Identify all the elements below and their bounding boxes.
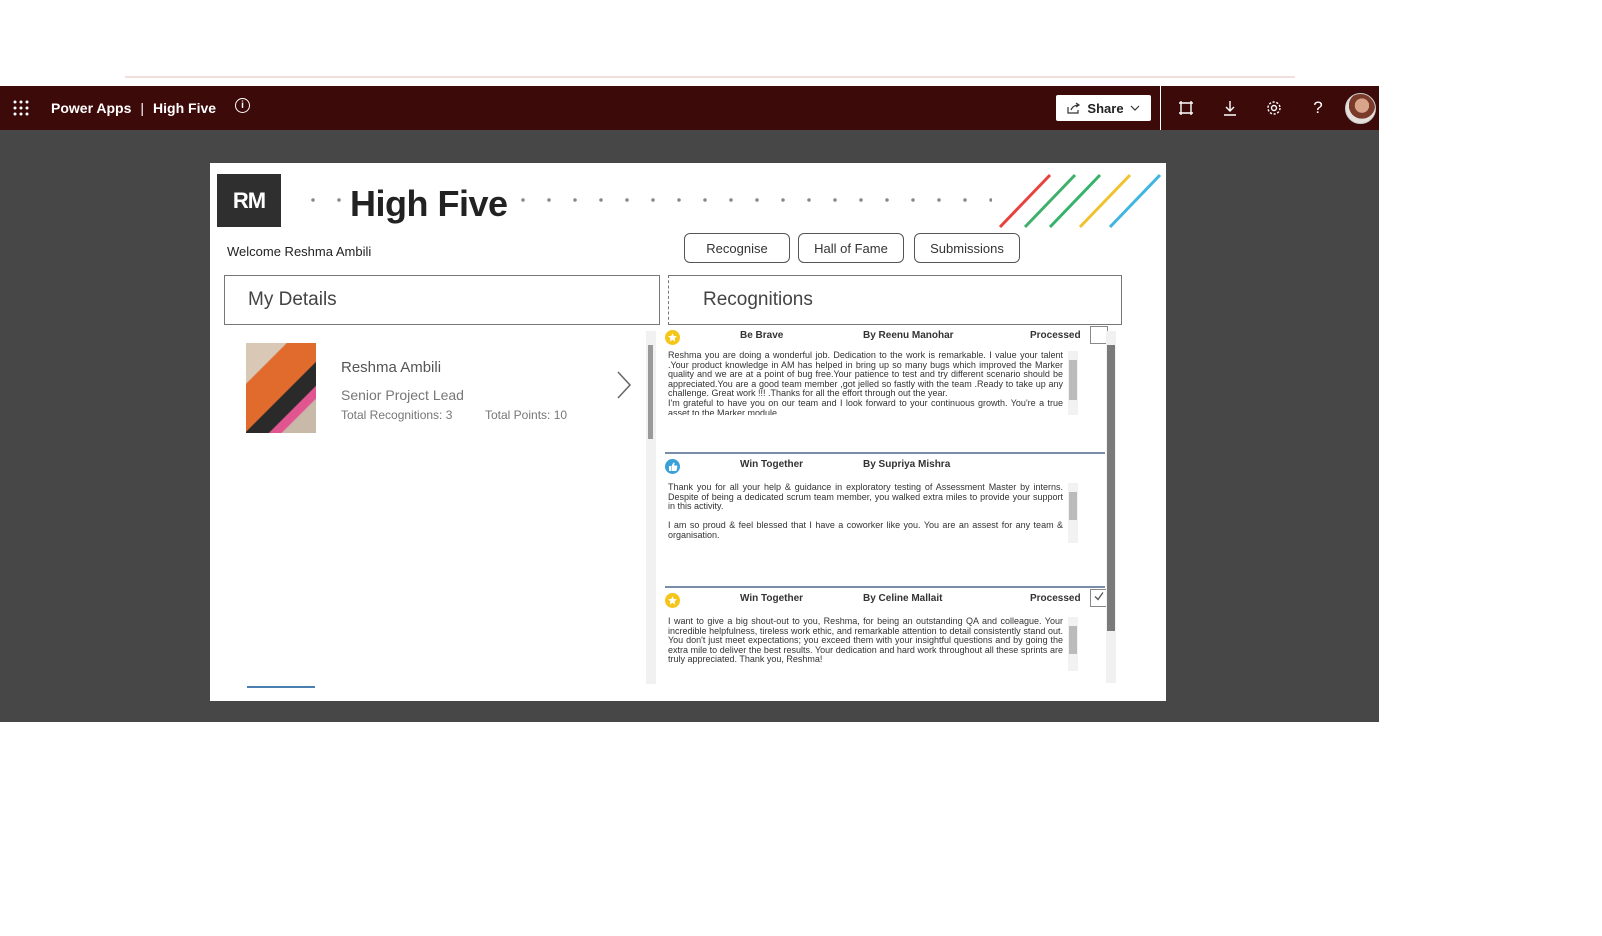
- breadcrumb: Power Apps | High Five: [51, 100, 217, 116]
- profile-role: Senior Project Lead: [341, 387, 464, 403]
- profile-name: Reshma Ambili: [341, 359, 442, 376]
- hall-of-fame-button[interactable]: Hall of Fame: [798, 233, 904, 263]
- recognitions-scrollbar-thumb[interactable]: [1107, 345, 1115, 631]
- app-name: High Five: [153, 100, 217, 116]
- fit-to-window-icon[interactable]: [1174, 96, 1198, 120]
- download-icon[interactable]: [1218, 96, 1242, 120]
- list-indicator: [247, 686, 315, 688]
- user-avatar[interactable]: [1345, 93, 1376, 124]
- rm-logo: RM: [217, 174, 281, 227]
- star-badge-icon: [665, 593, 680, 608]
- recognition-item: Win Together By Celine Mallait Processed…: [665, 589, 1108, 701]
- submissions-button[interactable]: Submissions: [914, 233, 1020, 263]
- power-apps-header: Power Apps | High Five i Share ?: [0, 86, 1379, 130]
- recognition-author: By Reenu Manohar: [863, 330, 954, 341]
- decorative-dots-left: [300, 187, 352, 217]
- recognition-item: Win Together By Supriya Mishra Thank you…: [665, 459, 1105, 589]
- details-scrollbar[interactable]: [646, 331, 656, 684]
- details-scrollbar-thumb[interactable]: [648, 345, 653, 439]
- share-icon: [1067, 102, 1081, 114]
- recognise-button[interactable]: Recognise: [684, 233, 790, 263]
- item-divider: [665, 452, 1105, 454]
- recognition-category: Win Together: [740, 593, 804, 604]
- chevron-down-icon: [1130, 105, 1139, 111]
- recognition-item: Be Brave By Reenu Manohar Processed Resh…: [665, 326, 1108, 455]
- recognition-message: Reshma you are doing a wonderful job. De…: [668, 351, 1063, 415]
- item-divider: [665, 586, 1105, 588]
- share-button[interactable]: Share: [1056, 95, 1151, 121]
- product-name[interactable]: Power Apps: [51, 100, 131, 116]
- checkmark-icon: [1094, 592, 1104, 601]
- recognition-author: By Supriya Mishra: [863, 459, 951, 470]
- app-launcher-icon[interactable]: [12, 99, 30, 117]
- recognition-category: Win Together: [740, 459, 804, 470]
- chevron-right-icon[interactable]: [615, 370, 633, 400]
- total-recognitions: Total Recognitions: 3: [341, 408, 453, 422]
- top-faint-line: [125, 76, 1295, 78]
- my-details-title: My Details: [248, 289, 337, 310]
- my-details-header: My Details: [224, 275, 660, 325]
- recognitions-header: Recognitions: [668, 275, 1122, 325]
- message-scrollbar[interactable]: [1068, 351, 1078, 415]
- help-icon[interactable]: ?: [1306, 96, 1330, 120]
- toolbar-divider: [1160, 86, 1161, 130]
- decorative-stripes: [998, 173, 1162, 229]
- share-label: Share: [1087, 100, 1124, 116]
- total-points: Total Points: 10: [485, 408, 568, 422]
- decorative-dots-right: [510, 187, 992, 217]
- settings-gear-icon[interactable]: [1262, 96, 1286, 120]
- recognition-category: Be Brave: [740, 330, 784, 341]
- recognition-message: Thank you for all your help & guidance i…: [668, 483, 1063, 540]
- recognition-message: I want to give a big shout-out to you, R…: [668, 617, 1063, 665]
- recognitions-title: Recognitions: [703, 289, 813, 310]
- recognition-author: By Celine Mallait: [863, 593, 943, 604]
- thumbs-up-icon: [665, 459, 680, 474]
- welcome-text: Welcome Reshma Ambili: [227, 244, 372, 259]
- message-scrollbar[interactable]: [1068, 617, 1078, 671]
- recognition-status: Processed: [1030, 330, 1081, 341]
- app-title: High Five: [350, 183, 508, 224]
- recognition-status: Processed: [1030, 593, 1081, 604]
- star-badge-icon: [665, 330, 680, 345]
- recognitions-scrollbar[interactable]: [1106, 331, 1116, 683]
- app-canvas: RM High Five Welcome Reshma Ambili Recog…: [210, 163, 1166, 701]
- message-scrollbar[interactable]: [1068, 483, 1078, 543]
- profile-photo: [246, 343, 316, 433]
- info-icon[interactable]: i: [235, 98, 250, 113]
